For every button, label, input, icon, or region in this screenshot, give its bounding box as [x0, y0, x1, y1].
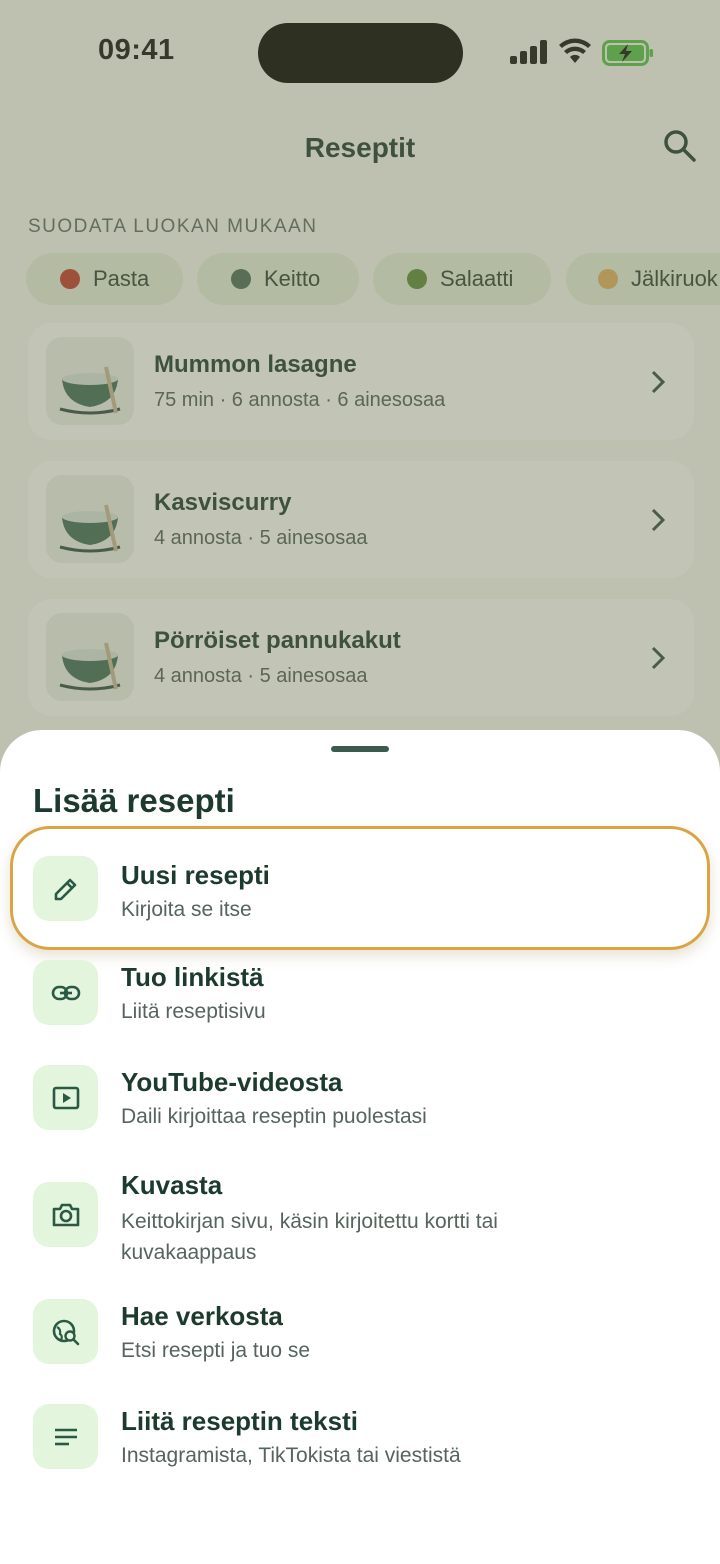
option-icon-box: [33, 960, 98, 1025]
video-play-icon: [52, 1086, 80, 1110]
option-subtitle: Kirjoita se itse: [121, 898, 252, 921]
option-subtitle: Daili kirjoittaa reseptin puolestasi: [121, 1105, 427, 1128]
sheet-grabber[interactable]: [331, 746, 389, 752]
option-icon-box: [33, 856, 98, 921]
option-paste-text[interactable]: Liitä reseptin teksti Instagramista, Tik…: [0, 1404, 720, 1504]
option-subtitle: Keittokirjan sivu, käsin kirjoitettu kor…: [121, 1210, 498, 1264]
link-icon: [51, 985, 81, 1001]
option-subtitle: Etsi resepti ja tuo se: [121, 1339, 311, 1362]
text-lines-icon: [55, 1428, 77, 1446]
option-youtube[interactable]: YouTube-videosta Daili kirjoittaa resept…: [0, 1065, 720, 1165]
option-icon-box: [33, 1065, 98, 1130]
option-title: Uusi resepti: [121, 860, 270, 890]
option-title: Tuo linkistä: [121, 962, 264, 992]
camera-icon: [52, 1203, 80, 1227]
option-title: YouTube-videosta: [121, 1067, 343, 1097]
sheet-title: Lisää resepti: [33, 782, 235, 819]
option-title: Liitä reseptin teksti: [121, 1406, 358, 1436]
option-import-link[interactable]: Tuo linkistä Liitä reseptisivu: [0, 960, 720, 1060]
pencil-icon: [54, 878, 77, 901]
add-recipe-sheet: Lisää resepti Uusi resepti Kirjoita se i…: [0, 730, 720, 1564]
web-search-icon: [52, 1319, 80, 1346]
option-subtitle: Instagramista, TikTokista tai viestistä: [121, 1444, 461, 1467]
option-web-search[interactable]: Hae verkosta Etsi resepti ja tuo se: [0, 1299, 720, 1399]
option-title: Hae verkosta: [121, 1301, 283, 1331]
option-new-recipe[interactable]: Uusi resepti Kirjoita se itse: [0, 826, 720, 950]
option-title: Kuvasta: [121, 1170, 223, 1200]
option-icon-box: [33, 1182, 98, 1247]
option-icon-box: [33, 1404, 98, 1469]
option-icon-box: [33, 1299, 98, 1364]
option-subtitle: Liitä reseptisivu: [121, 1000, 266, 1023]
option-from-photo[interactable]: Kuvasta Keittokirjan sivu, käsin kirjoit…: [0, 1170, 720, 1290]
